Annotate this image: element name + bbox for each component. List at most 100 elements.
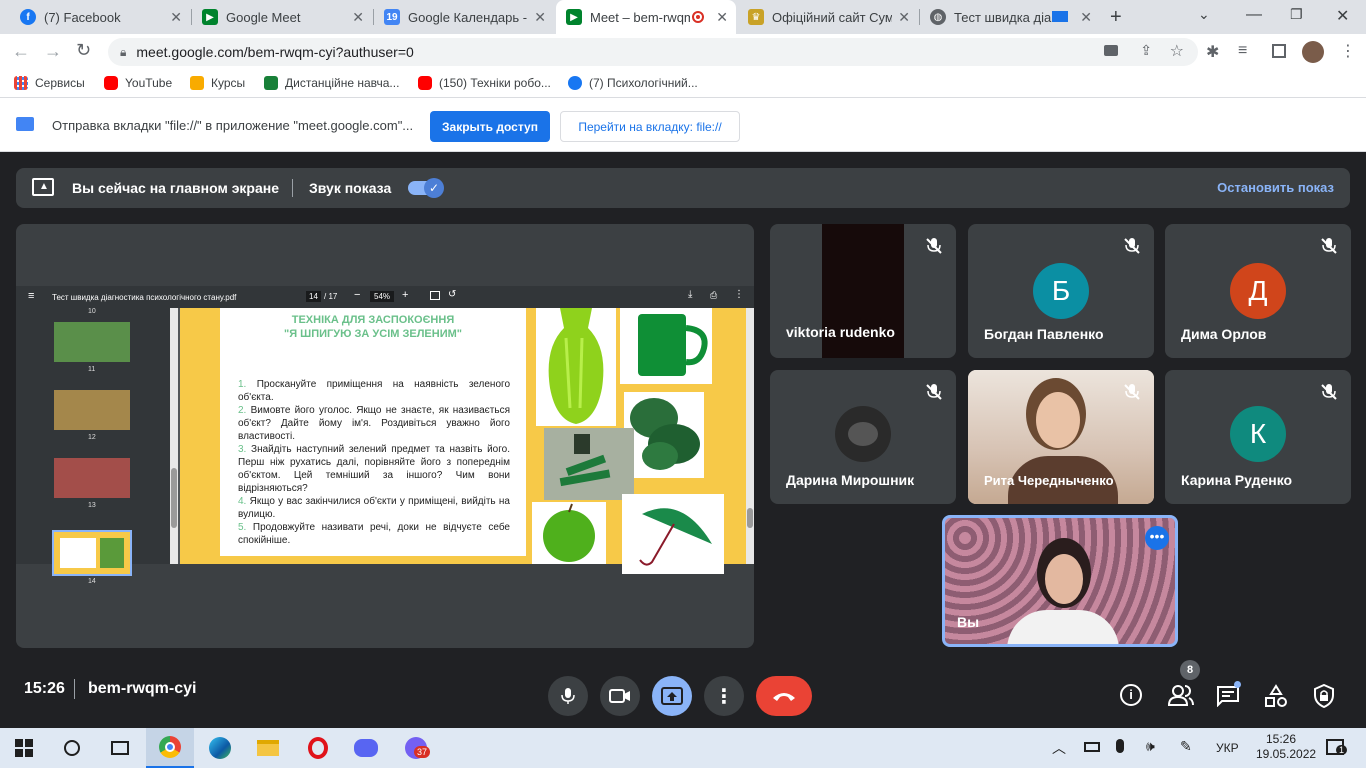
menu-kebab-icon[interactable]: ⋮ <box>1340 41 1356 61</box>
more-options-button[interactable]: ⋮ <box>704 676 744 716</box>
go-to-tab-button[interactable]: Перейти на вкладку: file:// <box>560 111 740 142</box>
edge-taskbar-icon[interactable] <box>196 728 244 768</box>
tab-sumy-site[interactable]: ♛ Офіційний сайт Сумс ✕ <box>738 0 918 34</box>
rotate-icon[interactable]: ↺ <box>448 289 456 300</box>
avatar: Д <box>1230 263 1286 319</box>
forward-arrow-icon[interactable]: → <box>44 41 62 62</box>
bookmark-youtube-techniques[interactable]: (150) Техніки робо... <box>418 76 551 90</box>
people-icon[interactable] <box>1167 684 1194 711</box>
chrome-taskbar-icon[interactable] <box>146 728 194 768</box>
side-panel-icon[interactable] <box>1272 44 1286 58</box>
participant-name: Карина Руденко <box>1181 472 1293 488</box>
print-icon[interactable]: ⎙ <box>710 290 717 301</box>
close-tab-icon[interactable]: ✕ <box>1080 9 1092 26</box>
participant-tile[interactable]: К Карина Руденко <box>1165 370 1351 504</box>
close-tab-icon[interactable]: ✕ <box>534 9 546 26</box>
bookmark-services[interactable]: Сервисы <box>14 76 85 90</box>
bookmark-courses[interactable]: Курсы <box>190 76 245 90</box>
camera-button[interactable] <box>600 676 640 716</box>
close-tab-icon[interactable]: ✕ <box>170 9 182 26</box>
notification-center-icon[interactable]: 1 <box>1326 739 1348 755</box>
pdf-thumbnail-11[interactable] <box>54 322 130 362</box>
self-video-tile[interactable]: ••• Вы <box>942 515 1178 647</box>
classroom-icon <box>190 76 204 90</box>
pdf-thumbnail-13[interactable] <box>54 458 130 498</box>
mic-off-icon <box>1124 384 1140 400</box>
file-explorer-icon[interactable] <box>244 728 292 768</box>
profile-avatar[interactable] <box>1302 41 1324 63</box>
bookmark-star-icon[interactable]: ☆ <box>1170 41 1184 61</box>
bookmark-facebook-psych[interactable]: (7) Психологічний... <box>568 76 698 90</box>
close-tab-icon[interactable]: ✕ <box>898 9 910 26</box>
thumbnail-scrollbar[interactable] <box>170 308 178 564</box>
leave-call-button[interactable] <box>756 676 812 716</box>
media-control-icon[interactable]: ≡ <box>1238 42 1247 60</box>
viber-icon[interactable]: 37 <box>392 728 440 768</box>
tab-search-chevron-icon[interactable]: ⌄ <box>1198 6 1210 23</box>
participant-tile[interactable]: viktoria rudenko <box>770 224 956 358</box>
participant-tile[interactable]: Д Дима Орлов <box>1165 224 1351 358</box>
more-options-icon[interactable]: ••• <box>1145 526 1169 550</box>
close-tab-icon[interactable]: ✕ <box>716 9 728 26</box>
zoom-in-icon[interactable]: + <box>402 289 408 301</box>
recording-icon <box>692 11 704 23</box>
chat-icon[interactable] <box>1216 681 1241 712</box>
opera-icon[interactable] <box>294 728 342 768</box>
tab-facebook[interactable]: f (7) Facebook ✕ <box>10 0 190 34</box>
page-scrollbar[interactable] <box>746 308 754 564</box>
speaker-icon[interactable]: 🕪︎ <box>1146 738 1155 755</box>
participant-name: Дарина Мирошник <box>786 472 915 488</box>
close-tab-icon[interactable]: ✕ <box>352 9 364 26</box>
pdf-thumbnail-14-selected[interactable] <box>52 530 132 576</box>
windows-start-icon[interactable] <box>0 728 48 768</box>
bookmarks-bar: Сервисы YouTube Курсы Дистанційне навча.… <box>0 70 1366 98</box>
chevron-up-icon[interactable]: ︿ <box>1052 738 1066 758</box>
task-view-icon[interactable] <box>96 728 144 768</box>
pen-icon[interactable]: ✎ <box>1180 738 1192 755</box>
tab-google-calendar[interactable]: 19 Google Календарь - с ✕ <box>374 0 554 34</box>
green-umbrella-image <box>622 494 724 574</box>
participant-tile[interactable]: Б Богдан Павленко <box>968 224 1154 358</box>
close-access-button[interactable]: Закрыть доступ <box>430 111 550 142</box>
camera-in-use-icon[interactable] <box>1104 45 1118 56</box>
camera-icon <box>609 689 630 703</box>
back-arrow-icon[interactable]: ← <box>12 41 30 62</box>
meet-icon: ▶ <box>566 9 582 25</box>
activities-icon[interactable] <box>1264 684 1288 713</box>
tab-pdf-test[interactable]: ◍ Тест швидка діаг ✕ <box>920 0 1100 34</box>
pdf-page-input[interactable]: 14 <box>306 291 321 302</box>
participant-tile[interactable]: Рита Чередныченко <box>968 370 1154 504</box>
new-tab-icon[interactable]: + <box>1110 6 1122 29</box>
discord-icon[interactable] <box>342 728 390 768</box>
share-icon[interactable]: ⇪ <box>1140 42 1152 59</box>
extensions-icon[interactable]: ✱ <box>1206 42 1219 62</box>
close-window-icon[interactable]: ✕ <box>1336 6 1349 26</box>
download-icon[interactable]: ⤓ <box>688 289 692 300</box>
presentation-audio-toggle[interactable]: ✓ <box>408 178 444 198</box>
microphone-in-use-icon[interactable] <box>1116 739 1124 753</box>
pdf-zoom-value[interactable]: 54% <box>370 291 395 302</box>
pdf-thumbnail-12[interactable] <box>54 390 130 430</box>
tab-meet-active[interactable]: ▶ Meet – bem-rwqm ✕ <box>556 0 736 34</box>
pdf-menu-icon[interactable]: ≡ <box>28 290 34 302</box>
stop-presenting-button[interactable]: Остановить показ <box>1217 180 1334 195</box>
bookmark-distance-learning[interactable]: Дистанційне навча... <box>264 76 399 90</box>
fit-page-icon[interactable] <box>430 291 440 300</box>
input-language[interactable]: УКР <box>1216 741 1239 755</box>
present-now-button[interactable] <box>652 676 692 716</box>
restore-icon[interactable]: ❐ <box>1290 6 1303 23</box>
host-controls-icon[interactable] <box>1313 683 1335 713</box>
address-bar[interactable]: 🔒︎ meet.google.com/bem-rwqm-cyi?authuser… <box>108 38 1198 66</box>
minimize-icon[interactable]: — <box>1246 6 1262 24</box>
reload-icon[interactable]: ↻ <box>76 40 91 61</box>
zoom-out-icon[interactable]: − <box>354 289 360 301</box>
clock[interactable]: 15:26 19.05.2022 <box>1256 732 1316 762</box>
pdf-more-icon[interactable]: ⋮ <box>734 289 744 300</box>
search-icon[interactable] <box>48 728 96 768</box>
participant-tile[interactable]: Дарина Мирошник <box>770 370 956 504</box>
microphone-button[interactable] <box>548 676 588 716</box>
meeting-details-icon[interactable]: i <box>1120 684 1142 706</box>
bookmark-youtube[interactable]: YouTube <box>104 76 172 90</box>
tab-google-meet[interactable]: ▶ Google Meet ✕ <box>192 0 372 34</box>
battery-icon[interactable] <box>1084 742 1100 752</box>
